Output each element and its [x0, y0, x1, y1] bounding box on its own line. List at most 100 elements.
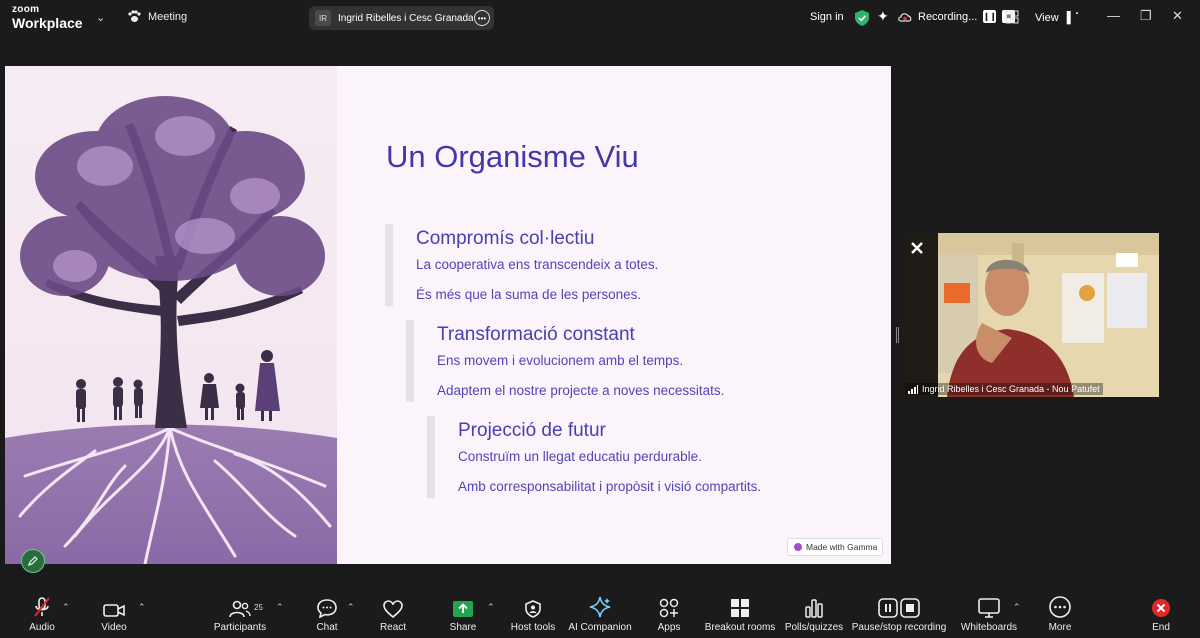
- section-heading: Projecció de futur: [458, 420, 606, 441]
- video-options-caret[interactable]: ⌃: [138, 602, 146, 613]
- chat-options-caret[interactable]: ⌃: [347, 602, 355, 613]
- close-icon[interactable]: ✕: [1172, 8, 1183, 24]
- whiteboards-button[interactable]: Whiteboards: [960, 592, 1018, 638]
- muted-mic-icon: [32, 592, 52, 618]
- heart-icon: [383, 592, 403, 618]
- audio-button[interactable]: Audio: [22, 592, 62, 638]
- chat-label: Chat: [316, 622, 338, 633]
- section-bar: [406, 320, 414, 402]
- shared-slide: Un Organisme Viu Compromís col·lectiu La…: [5, 66, 891, 564]
- share-options-caret[interactable]: ⌃: [487, 602, 495, 613]
- apps-icon: [659, 592, 679, 618]
- ai-sparkle-icon: [589, 592, 611, 618]
- section-text: La cooperativa ens transcendeix a totes.: [416, 257, 659, 272]
- apps-button[interactable]: Apps: [652, 592, 686, 638]
- splitter-handle[interactable]: [896, 327, 899, 343]
- participants-label: Participants: [213, 622, 267, 633]
- pause-stop-recording-label: Pause/stop recording: [851, 622, 947, 633]
- chat-button[interactable]: Chat: [310, 592, 344, 638]
- more-button[interactable]: More: [1043, 592, 1077, 638]
- meeting-toolbar: Audio ⌃ Video ⌃ Participants 25 ⌃ Chat ⌃…: [0, 592, 1200, 638]
- participant-video[interactable]: Ingrid Ribelles i Cesc Granada - Nou Pat…: [902, 233, 1159, 397]
- slide-title: Un Organisme Viu: [386, 139, 639, 174]
- grid-icon[interactable]: [1005, 10, 1019, 24]
- video-feed: [902, 233, 1159, 397]
- whiteboards-options-caret[interactable]: ⌃: [1013, 602, 1021, 613]
- react-label: React: [379, 622, 407, 633]
- made-with-gamma-badge[interactable]: Made with Gamma: [787, 538, 883, 556]
- video-camera-icon: [103, 592, 125, 618]
- whiteboard-icon: [978, 592, 1000, 618]
- polls-icon: [804, 592, 824, 618]
- cloud-recording-icon: [898, 12, 912, 22]
- share-screen-icon: [452, 592, 474, 618]
- minimize-icon[interactable]: —: [1107, 8, 1120, 23]
- polls-label: Polls/quizzes: [784, 622, 844, 633]
- section-text: Ens movem i evolucionem amb el temps.: [437, 353, 684, 368]
- active-speaker-pill[interactable]: IR Ingrid Ribelles i Cesc Granada - Nou …: [309, 6, 494, 30]
- sparkle-icon[interactable]: ✦: [877, 8, 889, 25]
- participants-icon: [229, 592, 251, 618]
- host-tools-button[interactable]: Host tools: [508, 592, 558, 638]
- audio-options-caret[interactable]: ⌃: [62, 602, 70, 613]
- participant-name-text: Ingrid Ribelles i Cesc Granada - Nou Pat…: [922, 384, 1100, 394]
- annotate-pen-icon[interactable]: [21, 549, 45, 573]
- view-label: View: [1035, 12, 1059, 24]
- end-meeting-button[interactable]: End: [1146, 592, 1176, 638]
- zoom-logo: zoom Workplace: [12, 4, 83, 31]
- participants-button[interactable]: Participants: [212, 592, 268, 638]
- meeting-label: Meeting: [148, 10, 188, 23]
- logo-line-2: Workplace: [12, 15, 83, 31]
- end-icon: [1151, 592, 1171, 618]
- pause-icon[interactable]: ❙❙: [983, 10, 997, 23]
- audio-label: Audio: [29, 622, 55, 633]
- participant-name: Ingrid Ribelles i Cesc Granada - Nou Pat…: [338, 12, 473, 24]
- recording-label: Recording...: [918, 10, 978, 23]
- polls-button[interactable]: Polls/quizzes: [784, 592, 844, 638]
- breakout-rooms-label: Breakout rooms: [704, 622, 776, 633]
- more-ellipsis-icon: [1049, 592, 1071, 618]
- section-heading: Compromís col·lectiu: [416, 228, 595, 249]
- chat-icon: [317, 592, 337, 618]
- host-tools-label: Host tools: [510, 622, 556, 633]
- recording-indicator[interactable]: Recording... ❙❙ ■: [898, 10, 1016, 23]
- sign-in-link[interactable]: Sign in: [810, 11, 844, 23]
- ai-companion-label: AI Companion: [568, 622, 632, 633]
- title-bar: zoom Workplace ⌄ Meeting IR Ingrid Ribel…: [0, 0, 1200, 36]
- chevron-down-icon[interactable]: ⌄: [96, 11, 105, 24]
- react-button[interactable]: React: [376, 592, 410, 638]
- breakout-rooms-button[interactable]: Breakout rooms: [702, 592, 778, 638]
- ellipsis-icon[interactable]: •••: [474, 10, 490, 26]
- section-text: Adaptem el nostre projecte a noves neces…: [437, 383, 725, 398]
- breakout-rooms-icon: [730, 592, 750, 618]
- pause-stop-recording-icon: [878, 592, 920, 618]
- host-shield-icon: [525, 592, 541, 618]
- restore-icon[interactable]: ❐: [1140, 8, 1152, 24]
- participant-name-label: Ingrid Ribelles i Cesc Granada - Nou Pat…: [905, 383, 1103, 395]
- section-heading: Transformació constant: [437, 324, 635, 345]
- tree-illustration: [5, 96, 337, 564]
- view-icon: ▌⠁: [1066, 12, 1083, 24]
- end-label: End: [1152, 622, 1170, 633]
- signal-bars-icon: [908, 384, 918, 394]
- section-text: Amb corresponsabilitat i propòsit i visi…: [458, 479, 762, 494]
- pause-stop-recording-button[interactable]: Pause/stop recording: [852, 592, 946, 638]
- view-button[interactable]: View ▌⠁: [1035, 11, 1083, 24]
- logo-line-1: zoom: [12, 4, 40, 15]
- section-text: Construïm un llegat educatiu perdurable.: [458, 449, 702, 464]
- share-button[interactable]: Share: [446, 592, 480, 638]
- shield-check-icon[interactable]: [855, 10, 869, 26]
- video-button[interactable]: Video: [95, 592, 133, 638]
- participants-options-caret[interactable]: ⌃: [276, 602, 284, 613]
- section-text: És més que la suma de les persones.: [416, 287, 642, 302]
- gamma-icon: [794, 543, 802, 551]
- gamma-label: Made with Gamma: [806, 542, 878, 552]
- meeting-tab[interactable]: Meeting: [127, 10, 187, 23]
- apps-label: Apps: [657, 622, 681, 633]
- video-label: Video: [101, 622, 127, 633]
- share-label: Share: [449, 622, 477, 633]
- section-bar: [385, 224, 393, 306]
- participant-avatar: IR: [315, 10, 331, 26]
- slide-illustration: [5, 66, 337, 564]
- ai-companion-button[interactable]: AI Companion: [568, 592, 632, 638]
